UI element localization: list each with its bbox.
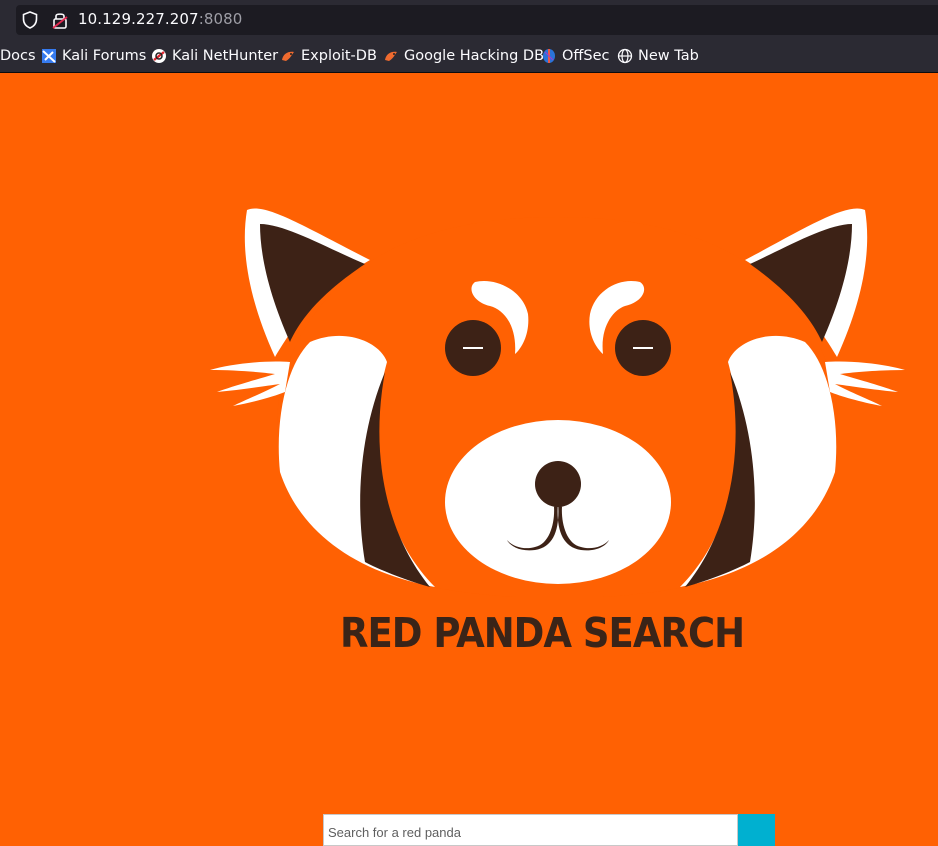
google-hacking-db-icon xyxy=(385,51,397,61)
bookmark-label: Docs xyxy=(0,48,36,64)
exploit-db-icon xyxy=(282,51,294,61)
bookmarks-toolbar: Docs Kali Forums Kali NetHunter Exploit-… xyxy=(0,40,938,73)
search-input[interactable]: Search for a red panda xyxy=(323,814,738,846)
right-whiskers xyxy=(825,361,905,406)
bookmark-label: Exploit-DB xyxy=(301,48,377,64)
offsec-icon xyxy=(543,49,555,63)
bookmark-offsec[interactable]: OffSec xyxy=(541,47,610,65)
red-panda-logo xyxy=(210,208,905,597)
bookmark-google-hacking-db[interactable]: Google Hacking DB xyxy=(383,47,544,65)
url-host: 10.129.227.207 xyxy=(78,10,199,28)
url-port: :8080 xyxy=(198,10,243,28)
page-title: RED PANDA SEARCH xyxy=(340,609,745,658)
bookmark-docs[interactable]: Docs xyxy=(0,47,36,65)
lock-icon[interactable] xyxy=(52,11,68,29)
bookmark-label: Google Hacking DB xyxy=(404,48,545,64)
url-text[interactable]: 10.129.227.207:8080 xyxy=(78,10,242,28)
bookmark-label: New Tab xyxy=(638,48,699,64)
bookmark-label: OffSec xyxy=(562,48,610,64)
bookmark-kali-forums[interactable]: Kali Forums xyxy=(41,47,146,65)
kali-forums-icon xyxy=(42,49,56,63)
bookmark-new-tab[interactable]: New Tab xyxy=(617,47,699,65)
nethunter-icon xyxy=(152,49,166,63)
bookmark-exploit-db[interactable]: Exploit-DB xyxy=(280,47,377,65)
bookmark-label: Kali NetHunter xyxy=(172,48,279,64)
bookmark-label: Kali Forums xyxy=(62,48,147,64)
browser-toolbar: 10.129.227.207:8080 xyxy=(0,0,938,40)
search-button[interactable] xyxy=(738,814,775,846)
nose xyxy=(535,461,581,507)
shield-icon[interactable] xyxy=(22,11,38,29)
left-whiskers xyxy=(210,361,290,406)
globe-icon xyxy=(617,48,633,64)
bookmark-kali-nethunter[interactable]: Kali NetHunter xyxy=(151,47,278,65)
